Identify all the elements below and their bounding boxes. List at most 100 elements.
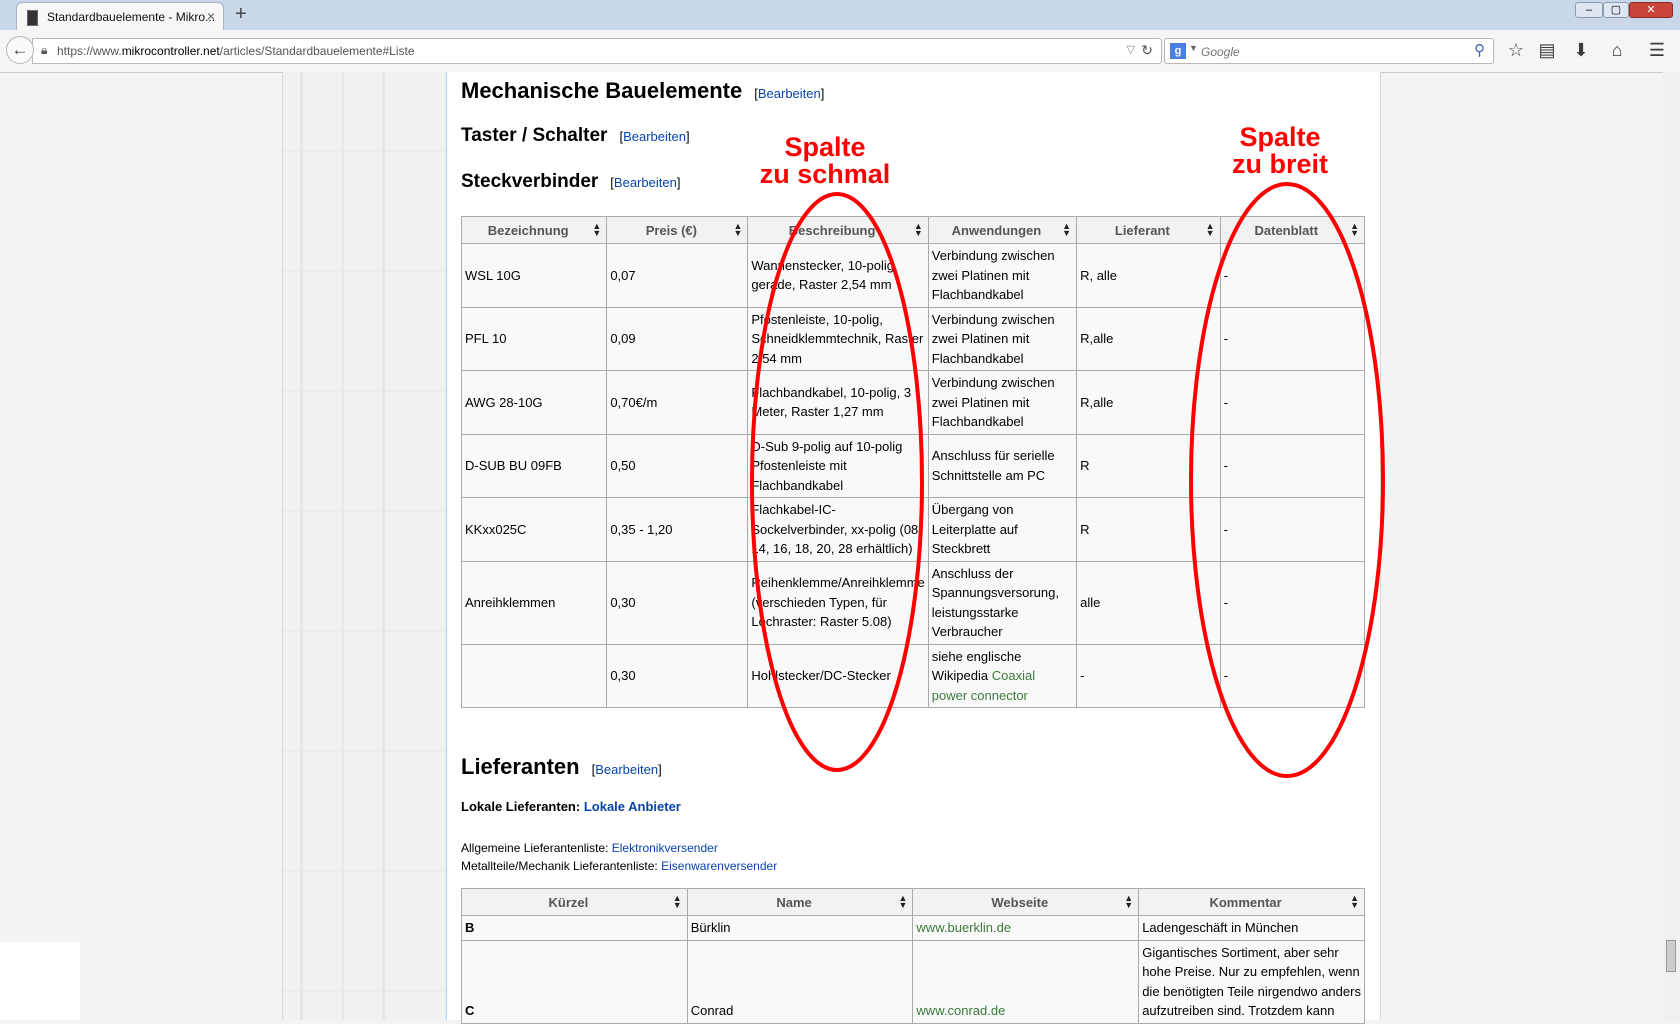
search-icon[interactable]: ⚲ — [1474, 41, 1485, 59]
column-header-datenblatt[interactable]: Datenblatt ▲ ▼ — [1219, 216, 1366, 244]
cell-name: Conrad — [686, 939, 914, 1024]
column-header-webseite[interactable]: Webseite ▲ ▼ — [912, 888, 1140, 916]
cell-anwendungen: siehe englische Wikipedia Coaxial power … — [927, 643, 1078, 708]
engine-dropdown-icon[interactable]: ▼ — [1189, 43, 1198, 53]
bookmarks-list-icon[interactable]: ▤ — [1535, 38, 1559, 62]
elektronikversender-link[interactable]: Elektronikversender — [612, 841, 718, 855]
downloads-icon[interactable]: ⬇ — [1569, 38, 1593, 62]
close-window-button[interactable]: ✕ — [1629, 2, 1673, 18]
edit-link-taster[interactable]: [Bearbeiten] — [619, 129, 689, 144]
heading-mechanische-bauelemente: Mechanische Bauelemente [Bearbeiten] — [461, 78, 825, 103]
blank-area — [0, 942, 80, 1020]
sort-icon[interactable]: ▲ ▼ — [1206, 222, 1215, 238]
edit-link-lieferanten[interactable]: [Bearbeiten] — [592, 762, 662, 777]
article-content: Mechanische Bauelemente [Bearbeiten] Tast… — [446, 72, 1381, 1024]
cell-beschreibung: Hohlstecker/DC-Stecker — [747, 643, 929, 708]
url-bar[interactable]: 🔒︎ https://www.mikrocontroller.net/artic… — [32, 38, 1162, 64]
cell-bezeichnung: AWG 28-10G — [460, 370, 608, 435]
lock-icon: 🔒︎ — [41, 43, 48, 57]
cell-bezeichnung: Anreihklemmen — [460, 560, 608, 645]
table-row: KKxx025C 0,35 - 1,20 Flachkabel-IC-Socke… — [460, 497, 1366, 562]
cell-webseite: www.buerklin.de — [912, 915, 1140, 941]
tab-title: Standardbauelemente - Mikro... — [47, 10, 216, 24]
sort-icon[interactable]: ▲ ▼ — [1350, 894, 1359, 910]
cell-datenblatt: - — [1219, 243, 1366, 308]
sidebar-edge — [282, 72, 283, 1020]
webseite-link[interactable]: www.buerklin.de — [916, 920, 1011, 935]
menu-icon[interactable]: ☰ — [1645, 38, 1669, 62]
cell-lieferant: R,alle — [1076, 306, 1221, 371]
minimize-button[interactable]: – — [1575, 2, 1603, 18]
cell-beschreibung: Flachbandkabel, 10-polig, 3 Meter, Raste… — [747, 370, 929, 435]
url-text[interactable]: https://www.mikrocontroller.net/articles… — [57, 44, 415, 58]
browser-tab[interactable]: Standardbauelemente - Mikro... × — [16, 2, 224, 30]
cell-bezeichnung: WSL 10G — [460, 243, 608, 308]
sort-icon[interactable]: ▲ ▼ — [673, 894, 682, 910]
sort-icon[interactable]: ▲ ▼ — [914, 222, 923, 238]
cell-kuerzel: C — [461, 939, 688, 1024]
cell-lieferant: R — [1076, 433, 1221, 498]
column-header-kuerzel[interactable]: Kürzel ▲ ▼ — [461, 888, 688, 916]
heading-lieferanten: Lieferanten [Bearbeiten] — [461, 754, 662, 779]
cell-preis: 0,09 — [606, 306, 749, 371]
maximize-button[interactable]: ▢ — [1603, 2, 1629, 18]
sort-icon[interactable]: ▲ ▼ — [592, 222, 601, 238]
column-header-beschreibung[interactable]: Beschreibung ▲ ▼ — [747, 216, 929, 244]
lieferanten-listen: Allgemeine Lieferantenliste: Elektronikv… — [461, 839, 777, 875]
cell-beschreibung: Wannenstecker, 10-polig, gerade, Raster … — [747, 243, 929, 308]
search-input[interactable] — [1199, 41, 1458, 63]
navigation-toolbar: 🔒︎ https://www.mikrocontroller.net/artic… — [0, 30, 1680, 73]
webseite-link[interactable]: www.conrad.de — [916, 1003, 1005, 1018]
google-engine-icon[interactable]: g — [1170, 43, 1186, 59]
cell-bezeichnung: PFL 10 — [460, 306, 608, 371]
scrollbar-thumb[interactable] — [1666, 940, 1676, 972]
eisenwarenversender-link[interactable]: Eisenwarenversender — [661, 859, 777, 873]
cell-datenblatt: - — [1219, 370, 1366, 435]
sort-icon[interactable]: ▲ ▼ — [1350, 222, 1359, 238]
column-header-name[interactable]: Name ▲ ▼ — [686, 888, 914, 916]
cell-datenblatt: - — [1219, 306, 1366, 371]
lokale-anbieter-link[interactable]: Lokale Anbieter — [584, 799, 681, 814]
sort-icon[interactable]: ▲ ▼ — [733, 222, 742, 238]
table-header-row: Bezeichnung ▲ ▼ Preis (€) ▲ ▼ Beschreibung ▲ ▼… — [460, 216, 1366, 244]
page-scrollbar[interactable] — [1663, 72, 1680, 1020]
back-button[interactable]: ← — [6, 36, 34, 64]
sort-icon[interactable]: ▲ ▼ — [1124, 894, 1133, 910]
edit-link-mech[interactable]: [Bearbeiten] — [754, 86, 824, 101]
home-icon[interactable]: ⌂ — [1605, 38, 1629, 62]
tab-strip: Standardbauelemente - Mikro... × + – ▢ ✕ — [0, 0, 1680, 30]
search-bar[interactable]: g ▼ ⚲ — [1164, 38, 1494, 64]
new-tab-button[interactable]: + — [235, 3, 247, 26]
column-header-anwendungen[interactable]: Anwendungen ▲ ▼ — [927, 216, 1078, 244]
cell-datenblatt: - — [1219, 560, 1366, 645]
column-header-preis[interactable]: Preis (€) ▲ ▼ — [606, 216, 749, 244]
cell-anwendungen: Anschluss für serielle Schnittstelle am … — [927, 433, 1078, 498]
table-row: 0,30 Hohlstecker/DC-Stecker siehe englis… — [460, 643, 1366, 708]
cell-webseite: www.conrad.de — [912, 939, 1140, 1024]
table-header-row: Kürzel ▲ ▼ Name ▲ ▼ Webseite ▲ ▼ Kommentar ▲ ▼ — [461, 888, 1365, 916]
allgemein-line: Allgemeine Lieferantenliste: Elektronikv… — [461, 841, 718, 855]
cell-preis: 0,50 — [606, 433, 749, 498]
cell-preis: 0,07 — [606, 243, 749, 308]
bookmark-star-icon[interactable]: ☆ — [1504, 38, 1528, 62]
url-dropdown-icon[interactable]: ▽ — [1127, 43, 1135, 56]
close-tab-icon[interactable]: × — [207, 8, 215, 24]
cell-bezeichnung: KKxx025C — [460, 497, 608, 562]
cell-beschreibung: Pfostenleiste, 10-polig, Schneidklemmtec… — [747, 306, 929, 371]
cell-kommentar: Gigantisches Sortiment, aber sehr hohe P… — [1138, 939, 1365, 1024]
sort-icon[interactable]: ▲ ▼ — [899, 894, 908, 910]
column-header-kommentar[interactable]: Kommentar ▲ ▼ — [1138, 888, 1365, 916]
sidebar-background — [282, 72, 446, 1020]
column-header-lieferant[interactable]: Lieferant ▲ ▼ — [1076, 216, 1221, 244]
heading-steckverbinder: Steckverbinder [Bearbeiten] — [461, 171, 681, 192]
sort-icon[interactable]: ▲ ▼ — [1062, 222, 1071, 238]
annotation-narrow-column: Spalte zu schmal — [759, 132, 891, 189]
cell-anwendungen: Verbindung zwischen zwei Platinen mit Fl… — [927, 306, 1078, 371]
cell-anwendungen: Verbindung zwischen zwei Platinen mit Fl… — [927, 243, 1078, 308]
cell-name: Bürklin — [686, 915, 914, 941]
edit-link-steck[interactable]: [Bearbeiten] — [610, 175, 680, 190]
reload-icon[interactable]: ↻ — [1141, 42, 1153, 59]
column-header-bezeichnung[interactable]: Bezeichnung ▲ ▼ — [460, 216, 608, 244]
cell-lieferant: alle — [1076, 560, 1221, 645]
cell-anwendungen: Übergang von Leiterplatte auf Steckbrett — [927, 497, 1078, 562]
